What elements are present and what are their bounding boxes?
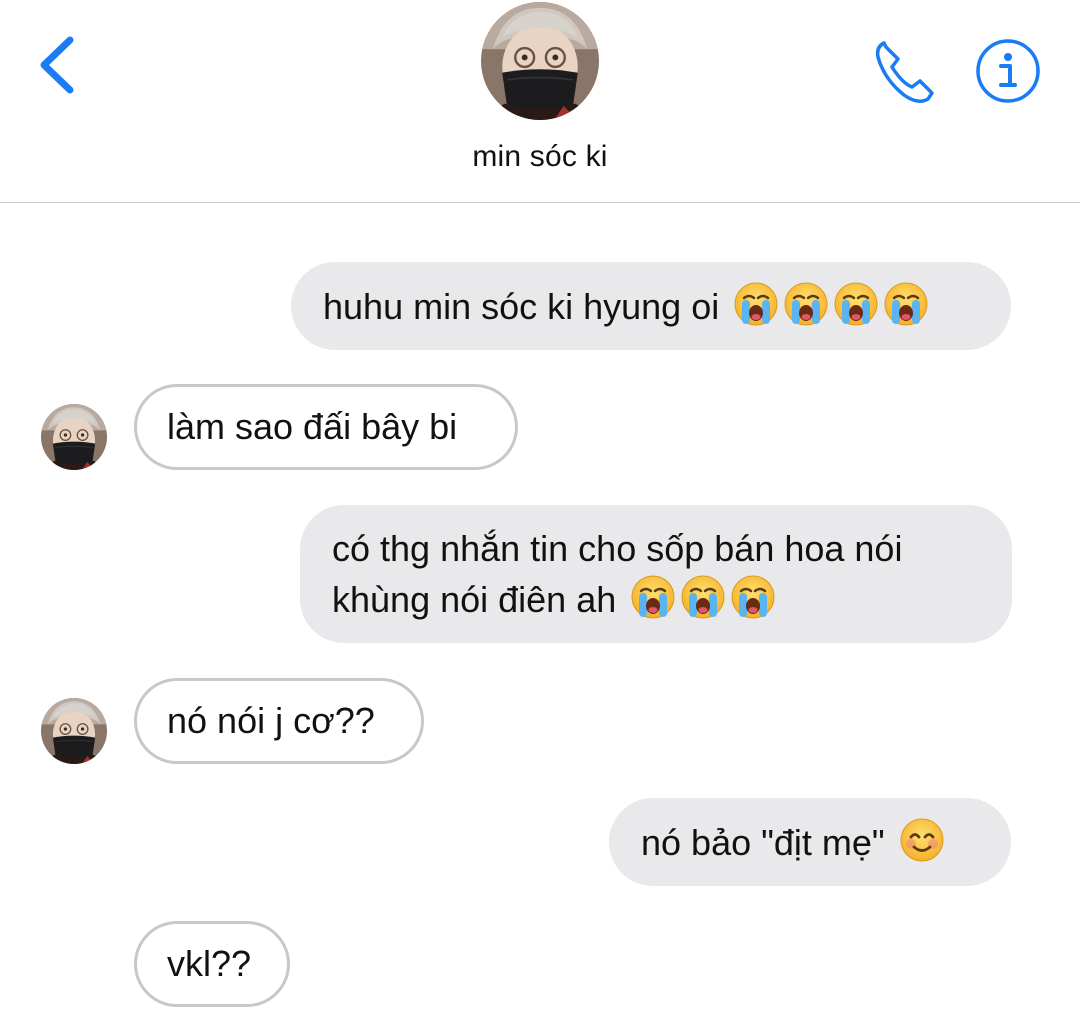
message-text: nó bảo "địt mẹ" bbox=[641, 822, 885, 863]
message-bubble-outgoing[interactable]: huhu min sóc ki hyung oi bbox=[291, 262, 1011, 350]
conversation-header: min sóc ki bbox=[0, 0, 1080, 203]
loudly-crying-face-icon bbox=[730, 574, 776, 620]
sender-avatar[interactable] bbox=[41, 404, 107, 470]
sender-avatar-image bbox=[41, 698, 107, 764]
loudly-crying-face-icon bbox=[833, 281, 879, 327]
message-text: nó nói j cơ?? bbox=[167, 700, 375, 741]
loudly-crying-face-icon bbox=[883, 281, 929, 327]
contact-avatar[interactable] bbox=[481, 2, 599, 120]
sender-avatar-image bbox=[41, 404, 107, 470]
sender-avatar[interactable] bbox=[41, 698, 107, 764]
message-bubble-outgoing[interactable]: nó bảo "địt mẹ" bbox=[609, 798, 1011, 886]
back-button[interactable] bbox=[30, 30, 90, 100]
call-button[interactable] bbox=[870, 35, 940, 105]
chevron-left-icon bbox=[40, 36, 74, 94]
contact-avatar-image bbox=[481, 2, 599, 120]
message-text: huhu min sóc ki hyung oi bbox=[323, 286, 720, 327]
message-bubble-incoming[interactable]: làm sao đấi bây bi bbox=[134, 384, 518, 470]
message-bubble-incoming[interactable]: vkl?? bbox=[134, 921, 290, 1007]
header-divider bbox=[0, 202, 1080, 203]
contact-name[interactable]: min sóc ki bbox=[340, 140, 740, 174]
message-bubble-incoming[interactable]: nó nói j cơ?? bbox=[134, 678, 424, 764]
loudly-crying-face-icon bbox=[630, 574, 676, 620]
message-text: làm sao đấi bây bi bbox=[167, 406, 458, 447]
loudly-crying-face-icon bbox=[783, 281, 829, 327]
message-bubble-outgoing[interactable]: có thg nhắn tin cho sốp bán hoa nói khùn… bbox=[300, 505, 1012, 643]
message-text-line: khùng nói điên ah bbox=[332, 579, 617, 620]
info-button[interactable] bbox=[974, 37, 1042, 105]
phone-icon bbox=[875, 41, 934, 103]
loudly-crying-face-icon bbox=[680, 574, 726, 620]
info-icon bbox=[976, 39, 1040, 103]
message-text-line: có thg nhắn tin cho sốp bán hoa nói bbox=[332, 528, 903, 569]
smiling-face-with-smiling-eyes-icon bbox=[899, 817, 945, 863]
message-text: vkl?? bbox=[167, 943, 252, 984]
loudly-crying-face-icon bbox=[733, 281, 779, 327]
